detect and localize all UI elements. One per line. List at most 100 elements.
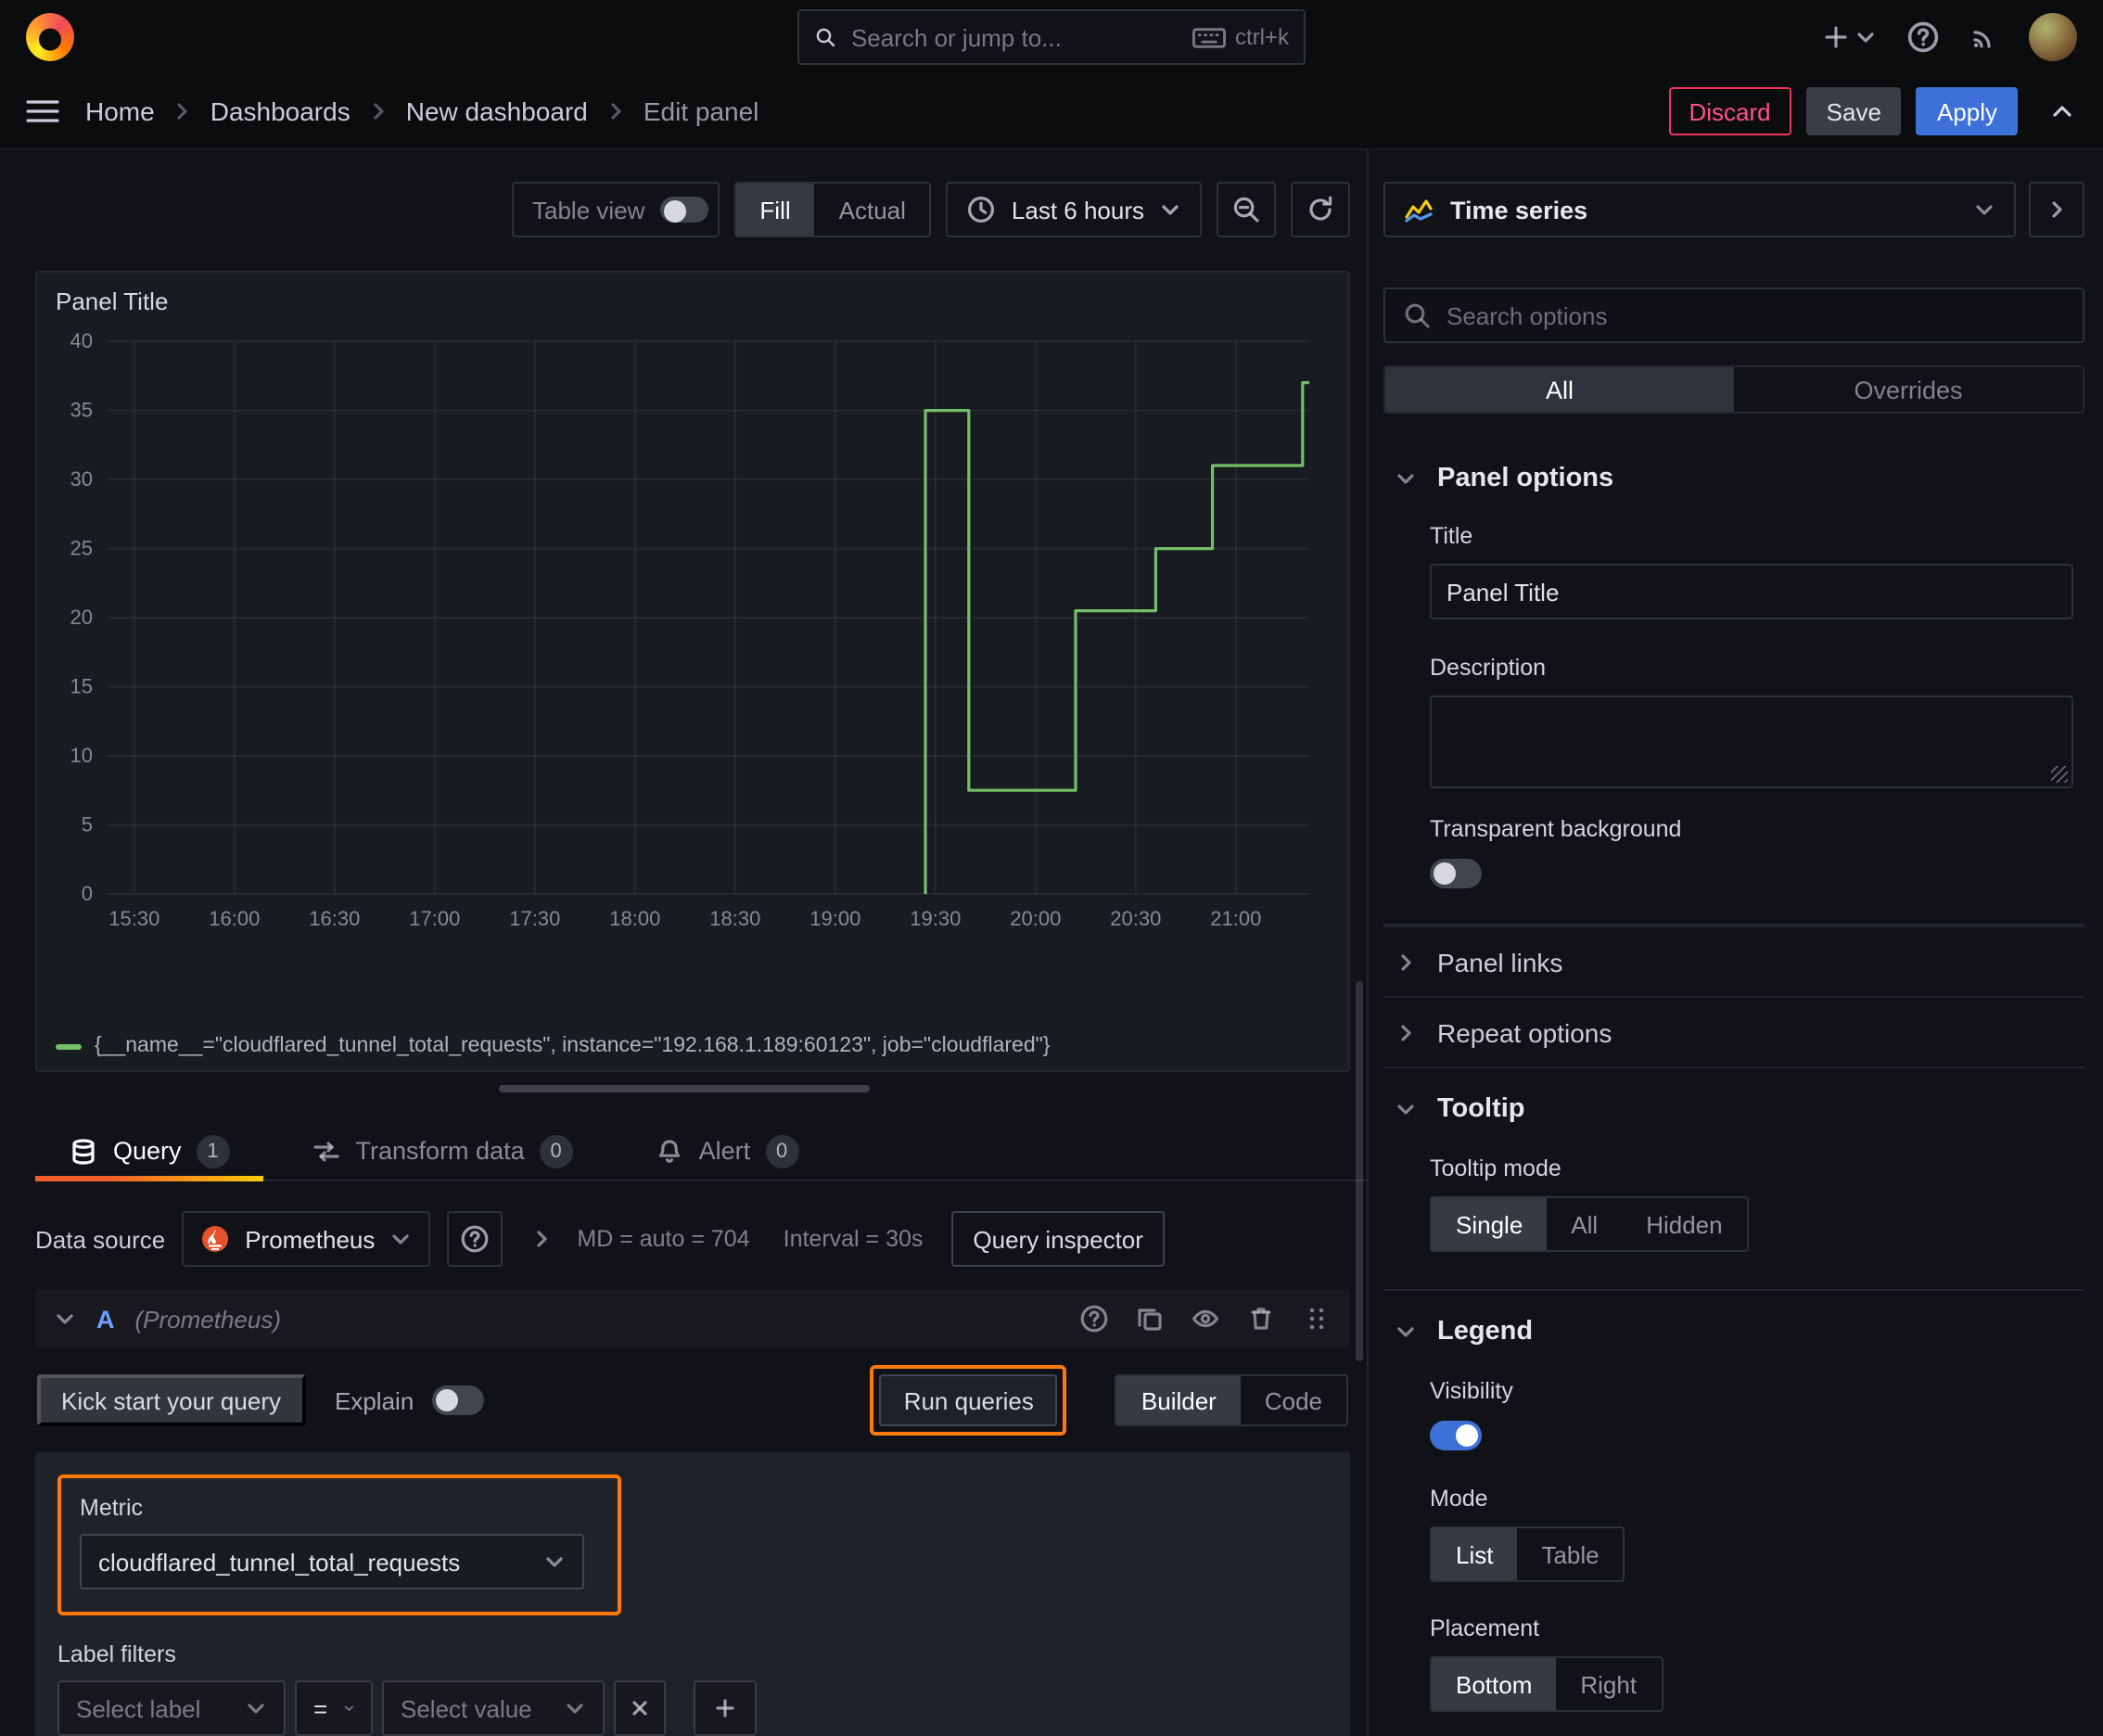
hamburger-menu-icon[interactable] [26,98,59,124]
breadcrumb-new-dashboard[interactable]: New dashboard [406,96,588,126]
query-stats: MD = auto = 704 Interval = 30s [577,1226,923,1252]
svg-text:35: 35 [70,399,93,422]
kick-start-button[interactable]: Kick start your query [37,1374,305,1426]
placement-bottom[interactable]: Bottom [1432,1658,1557,1710]
svg-text:40: 40 [70,329,93,352]
breadcrumb-edit-panel: Edit panel [643,96,759,126]
tab-all[interactable]: All [1385,367,1734,412]
add-filter-button[interactable] [694,1680,757,1736]
series-swatch[interactable] [56,1043,82,1049]
legend-mode-table[interactable]: Table [1517,1528,1623,1580]
chevron-up-icon[interactable] [2047,96,2077,126]
time-series-icon [1405,199,1433,223]
breadcrumb-home[interactable]: Home [85,96,155,126]
save-button[interactable]: Save [1805,87,1902,135]
global-search-input[interactable] [850,23,1178,51]
tooltip-mode-all[interactable]: All [1547,1198,1622,1250]
transform-icon [312,1141,339,1161]
duplicate-icon[interactable] [1135,1304,1165,1334]
plus-icon [716,1699,734,1717]
drag-handle-icon[interactable] [1302,1304,1332,1334]
query-row-header[interactable]: A (Prometheus) [35,1289,1350,1348]
panel-options-title: Panel options [1437,464,1614,493]
datasource-picker[interactable]: Prometheus [182,1211,431,1267]
grafana-edit-panel: ctrl+k Home Dashboards New dashboard [0,0,2103,1736]
tab-overrides[interactable]: Overrides [1734,367,2083,412]
tooltip-mode-hidden[interactable]: Hidden [1622,1198,1746,1250]
metric-value: cloudflared_tunnel_total_requests [98,1548,461,1576]
grafana-logo-icon[interactable] [26,13,74,61]
search-options-input[interactable] [1447,301,2066,329]
trash-icon[interactable] [1246,1304,1276,1334]
breadcrumb-dashboards[interactable]: Dashboards [210,96,350,126]
chevron-down-icon [344,1705,353,1711]
code-option[interactable]: Code [1241,1376,1346,1424]
select-label-dropdown[interactable]: Select label [57,1680,286,1736]
metric-select[interactable]: cloudflared_tunnel_total_requests [80,1534,584,1589]
collapse-options-icon[interactable] [530,1228,553,1250]
panel-resize-handle[interactable] [498,1085,869,1092]
remove-filter-button[interactable] [614,1680,666,1736]
search-options-box[interactable] [1383,287,2084,343]
divider [1383,1289,2084,1291]
close-icon [632,1701,647,1716]
tab-query[interactable]: Query 1 [35,1122,263,1181]
visibility-toggle[interactable] [1430,1421,1482,1450]
zoom-out-button[interactable] [1217,182,1276,237]
run-queries-button[interactable]: Run queries [879,1374,1058,1426]
transform-count-badge: 0 [539,1134,573,1168]
datasource-label: Data source [35,1225,166,1253]
svg-text:0: 0 [82,882,93,905]
chevron-down-icon[interactable] [54,1308,76,1330]
explain-toggle[interactable] [432,1385,485,1415]
eye-icon[interactable] [1191,1304,1220,1334]
fill-option[interactable]: Fill [735,184,815,236]
panel-title-input[interactable] [1430,564,2073,619]
user-avatar[interactable] [2029,13,2077,61]
builder-option[interactable]: Builder [1116,1376,1241,1424]
placement-right[interactable]: Right [1556,1658,1661,1710]
news-button[interactable] [1969,22,1999,52]
collapse-sidebar-button[interactable] [2029,182,2084,237]
chart-legend: {__name__="cloudflared_tunnel_total_requ… [52,1028,1333,1057]
table-view-toggle[interactable] [659,197,708,223]
panel-actions: Discard Save Apply [1668,87,2078,135]
datasource-help-button[interactable] [447,1211,503,1267]
help-button[interactable] [1906,20,1940,54]
interval: Interval = 30s [783,1226,924,1252]
tooltip-mode-single[interactable]: Single [1432,1198,1548,1250]
svg-text:25: 25 [70,537,93,560]
visualization-picker[interactable]: Time series [1383,182,2016,237]
legend-mode-list[interactable]: List [1432,1528,1518,1580]
operator-dropdown[interactable]: = [295,1680,373,1736]
tab-alert[interactable]: Alert 0 [621,1122,833,1180]
panel-title: Panel Title [56,287,169,315]
refresh-button[interactable] [1291,182,1350,237]
help-icon[interactable] [1079,1304,1109,1334]
tooltip-mode-switch: Single All Hidden [1430,1196,1749,1252]
chevron-down-icon [1397,474,1414,484]
main-scrollbar[interactable] [1356,981,1363,1361]
actual-option[interactable]: Actual [815,184,930,236]
search-icon [816,28,835,47]
panel-options-header[interactable]: Panel options [1383,464,2084,493]
label-filters-label: Label filters [57,1641,176,1667]
timeseries-chart[interactable]: 0 5 10 15 20 25 30 35 40 15:30 16:00 16:30 17:00 17:3… [52,323,1320,976]
zoom-out-icon [1233,197,1259,223]
apply-button[interactable]: Apply [1916,87,2018,135]
select-value-dropdown[interactable]: Select value [382,1680,605,1736]
global-search[interactable]: ctrl+k [797,9,1306,65]
all-overrides-switch: All Overrides [1383,365,2084,414]
time-range-picker[interactable]: Last 6 hours [946,182,1202,237]
legend-header[interactable]: Legend [1383,1317,2084,1347]
description-textarea[interactable] [1430,696,2073,788]
tooltip-header[interactable]: Tooltip [1383,1094,2084,1124]
query-inspector-button[interactable]: Query inspector [950,1211,1166,1267]
add-menu-button[interactable] [1821,22,1877,52]
series-label[interactable]: {__name__="cloudflared_tunnel_total_requ… [95,1035,1050,1057]
repeat-options-section[interactable]: Repeat options [1383,996,2084,1066]
tab-transform-data[interactable]: Transform data 0 [278,1122,606,1180]
transparent-background-toggle[interactable] [1430,859,1482,888]
discard-button[interactable]: Discard [1668,87,1791,135]
panel-links-section[interactable]: Panel links [1383,925,2084,996]
